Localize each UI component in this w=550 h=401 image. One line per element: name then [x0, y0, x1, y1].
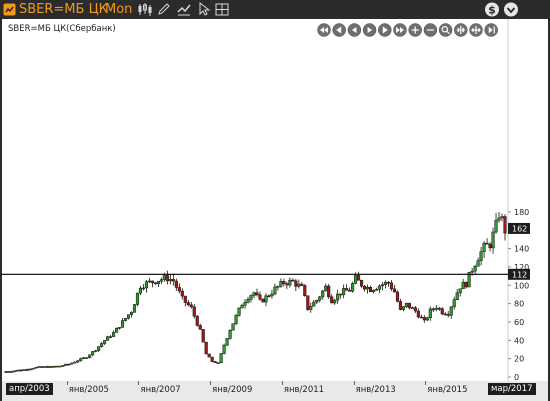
- expand-icon[interactable]: [469, 23, 483, 37]
- x-end-label: мар/2017: [488, 383, 536, 395]
- chart-background: [2, 19, 548, 381]
- y-tick-label: 140: [514, 245, 529, 254]
- x-tick-mark: [353, 381, 355, 385]
- zoom-out-icon[interactable]: [423, 23, 438, 37]
- step-left-icon[interactable]: [347, 23, 362, 37]
- x-tick-mark: [425, 381, 427, 385]
- candle: [70, 362, 74, 365]
- candle: [207, 353, 211, 358]
- candle: [88, 354, 92, 359]
- y-tick-label: 60: [514, 318, 524, 327]
- candle: [306, 295, 310, 311]
- y-tick-label: 40: [514, 336, 524, 345]
- candle: [135, 292, 140, 307]
- candle: [52, 365, 56, 368]
- candle: [225, 338, 229, 347]
- x-tick-label: янв/2009: [212, 385, 253, 395]
- candle: [64, 363, 68, 366]
- page-end-icon[interactable]: [484, 23, 498, 37]
- y-tick-label: 20: [514, 355, 524, 364]
- x-tick-mark: [66, 381, 68, 385]
- title-bar: SBER=МБ ЦК Mon $: [0, 0, 550, 20]
- candle: [40, 366, 44, 368]
- scroll-first-icon[interactable]: [317, 23, 331, 37]
- candle: [395, 290, 399, 303]
- candle: [228, 329, 232, 340]
- x-tick-label: янв/2005: [68, 385, 109, 395]
- x-axis-bar: апр/2003 янв/2005 янв/2007 янв/2009 янв/2011…: [2, 381, 548, 401]
- tools-icon[interactable]: [176, 1, 192, 18]
- grid-icon[interactable]: [214, 1, 230, 18]
- pencil-icon[interactable]: [156, 1, 172, 18]
- candle: [58, 365, 62, 368]
- trading-terminal-window: SBER=МБ ЦК Mon $ SBER=МБ ЦК(Сбербанк) 0 …: [0, 0, 550, 401]
- timeframe-selector[interactable]: Mon: [105, 1, 132, 18]
- candle: [16, 369, 20, 372]
- y-tick-label: 180: [514, 208, 529, 217]
- menu-down-icon[interactable]: [503, 1, 519, 18]
- candle: [55, 365, 59, 368]
- x-tick-label: янв/2007: [140, 385, 181, 395]
- candle: [261, 298, 265, 303]
- candle: [115, 327, 119, 333]
- chart-header: SBER=МБ ЦК(Сбербанк): [8, 24, 116, 34]
- candle: [201, 329, 205, 343]
- candle: [195, 315, 199, 327]
- candle: [67, 363, 71, 366]
- hline-price-label: 112: [512, 270, 527, 279]
- scroll-last-icon[interactable]: [393, 23, 407, 37]
- candle: [31, 367, 35, 370]
- candle: [231, 323, 235, 331]
- candle: [7, 371, 11, 373]
- candle: [327, 283, 331, 299]
- x-tick-mark: [281, 381, 283, 385]
- y-tick-label: 100: [514, 281, 529, 290]
- x-tick-label: янв/2013: [355, 385, 396, 395]
- last-price-label: 162: [512, 224, 527, 233]
- price-chart[interactable]: SBER=МБ ЦК(Сбербанк) 0204060801001201401…: [2, 19, 548, 381]
- candle: [49, 365, 53, 368]
- last-price-marker: 162: [508, 222, 530, 234]
- step-right-icon[interactable]: [362, 23, 377, 37]
- candle: [37, 366, 41, 368]
- x-tick-mark: [210, 381, 212, 385]
- x-start-label: апр/2003: [6, 383, 53, 395]
- currency-icon[interactable]: $: [484, 1, 500, 18]
- zoom-fit-icon[interactable]: [438, 23, 453, 37]
- y-tick-label: 80: [514, 300, 524, 309]
- candle: [204, 341, 208, 355]
- x-tick-label: янв/2011: [283, 385, 325, 395]
- ticker-symbol[interactable]: SBER=МБ ЦК: [19, 1, 108, 18]
- cursor-icon[interactable]: [196, 1, 212, 18]
- candle: [210, 356, 214, 363]
- candle: [303, 284, 307, 297]
- zoom-in-icon[interactable]: [408, 23, 422, 37]
- x-tick-mark: [138, 381, 140, 385]
- scroll-right-icon[interactable]: [378, 23, 392, 37]
- svg-text:$: $: [488, 4, 496, 17]
- x-tick-label: янв/2015: [427, 385, 468, 395]
- candle: [132, 303, 137, 313]
- candle: [237, 307, 241, 317]
- candle: [43, 366, 47, 368]
- scroll-left-icon[interactable]: [332, 23, 346, 37]
- app-logo-icon: [3, 3, 16, 16]
- candle: [219, 353, 223, 364]
- y-tick-label: 0: [514, 373, 519, 381]
- candle: [106, 336, 110, 341]
- candle: [234, 313, 238, 326]
- candle: [351, 281, 355, 293]
- candle: [85, 357, 89, 359]
- compress-icon[interactable]: [454, 23, 468, 37]
- candle: [222, 343, 226, 355]
- candles-icon[interactable]: [137, 1, 153, 18]
- candle: [34, 367, 38, 369]
